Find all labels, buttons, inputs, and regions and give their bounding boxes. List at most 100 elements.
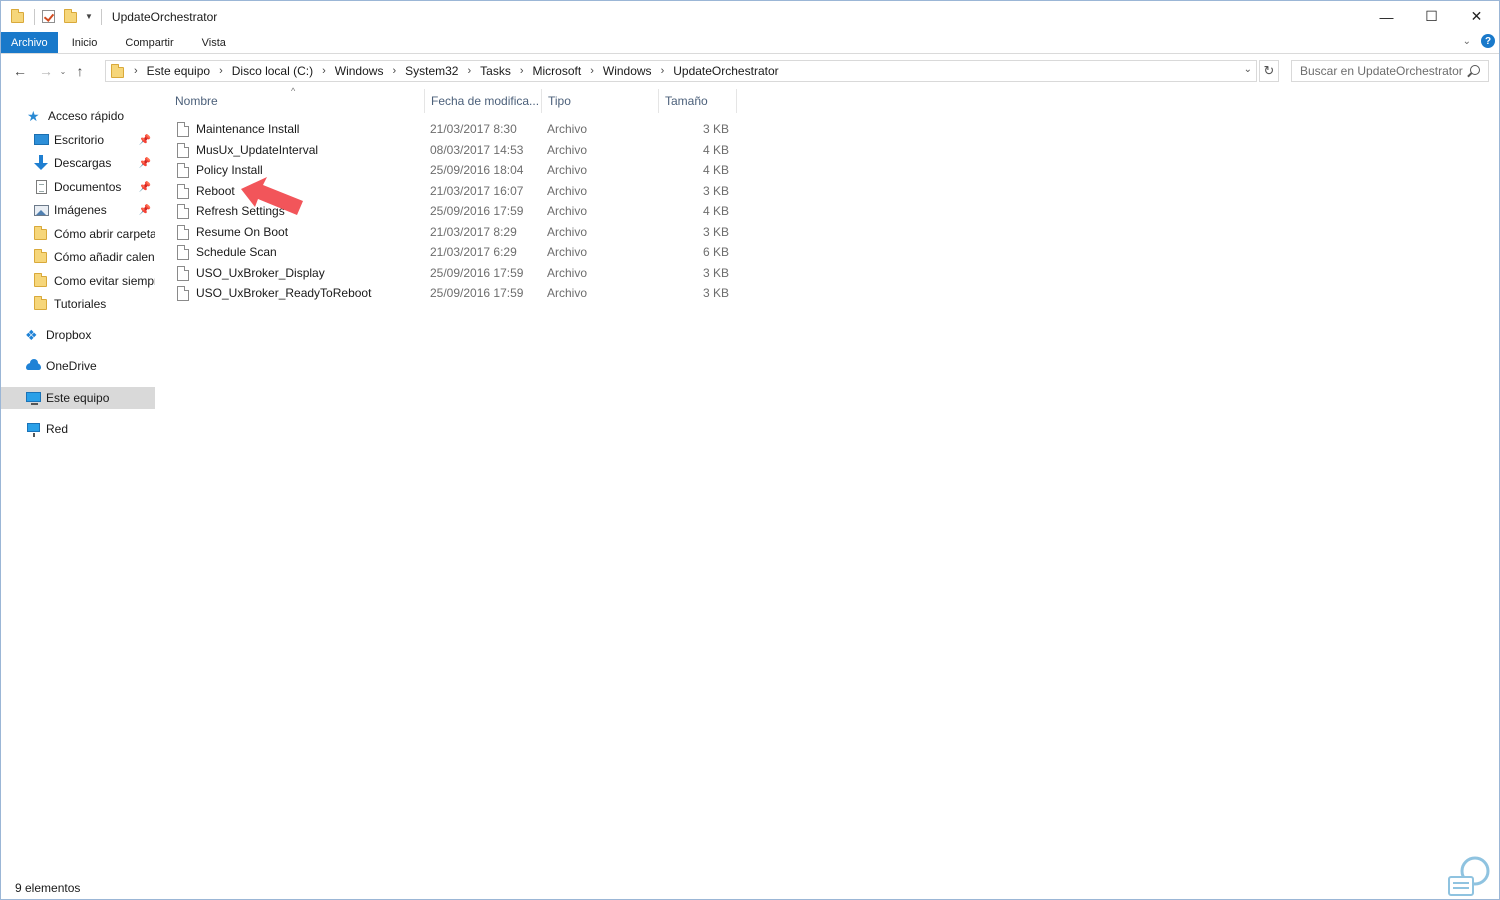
column-header-tipo[interactable]: Tipo: [542, 89, 659, 113]
window-title: UpdateOrchestrator: [111, 9, 218, 24]
sidebar-item-dropbox[interactable]: ❖ Dropbox: [1, 324, 155, 346]
breadcrumb-windows[interactable]: Windows: [335, 64, 384, 78]
pin-icon[interactable]: 📌: [139, 205, 151, 216]
file-name: Policy Install: [196, 163, 263, 177]
file-type: Archivo: [547, 122, 588, 136]
breadcrumb-separator-icon[interactable]: ›: [392, 65, 396, 77]
help-icon[interactable]: ?: [1481, 34, 1495, 48]
refresh-icon[interactable]: ↻: [1259, 60, 1279, 82]
breadcrumb-separator-icon[interactable]: ›: [134, 65, 138, 77]
date-modified: 21/03/2017 6:29: [430, 245, 517, 259]
tab-compartir[interactable]: Compartir: [111, 32, 187, 53]
pin-icon[interactable]: 📌: [139, 182, 151, 193]
breadcrumb-separator-icon[interactable]: ›: [219, 65, 223, 77]
column-header-nombre[interactable]: Nombre ^: [169, 86, 425, 113]
file-type: Archivo: [547, 225, 588, 239]
search-box: [1291, 60, 1489, 82]
sidebar-item-descargas[interactable]: Descargas 📌: [1, 152, 155, 174]
breadcrumb-separator-icon[interactable]: ›: [467, 65, 471, 77]
sidebar-item-folder-2[interactable]: Cómo añadir calenc: [1, 246, 155, 268]
minimize-button[interactable]: —: [1364, 1, 1409, 32]
close-button[interactable]: ✕: [1454, 1, 1499, 32]
navigation-bar: ← → ⌄ ↑ › Este equipo › Disco local (C:)…: [1, 57, 1499, 85]
customize-toolbar-dropdown-icon[interactable]: ▼: [85, 12, 93, 21]
maximize-button[interactable]: ☐: [1409, 1, 1454, 32]
pin-icon[interactable]: 📌: [139, 158, 151, 169]
column-header-tamano[interactable]: Tamaño: [659, 89, 737, 113]
table-row[interactable]: Schedule Scan 21/03/2017 6:29 Archivo 6 …: [175, 242, 735, 262]
breadcrumb-tasks[interactable]: Tasks: [480, 64, 511, 78]
table-row[interactable]: USO_UxBroker_Display 25/09/2016 17:59 Ar…: [175, 263, 735, 283]
folder-icon: [33, 226, 49, 242]
search-input[interactable]: [1300, 64, 1465, 78]
breadcrumb-separator-icon[interactable]: ›: [322, 65, 326, 77]
table-row[interactable]: Maintenance Install 21/03/2017 8:30 Arch…: [175, 119, 735, 139]
file-name-cell: USO_UxBroker_ReadyToReboot: [177, 283, 371, 303]
file-type: Archivo: [547, 245, 588, 259]
breadcrumb-updateorchestrator[interactable]: UpdateOrchestrator: [673, 64, 778, 78]
sidebar-item-este-equipo[interactable]: Este equipo: [1, 387, 155, 409]
file-icon: [177, 142, 189, 158]
file-name: Reboot: [196, 184, 235, 198]
breadcrumb-este-equipo[interactable]: Este equipo: [147, 64, 210, 78]
breadcrumb-separator-icon[interactable]: ›: [590, 65, 594, 77]
sidebar-item-acceso-rapido[interactable]: ★ Acceso rápido: [1, 105, 155, 127]
file-icon: [177, 244, 189, 260]
file-icon: [177, 183, 189, 199]
download-icon: [33, 155, 49, 171]
sidebar-item-escritorio[interactable]: Escritorio 📌: [1, 129, 155, 151]
date-modified: 21/03/2017 16:07: [430, 184, 524, 198]
column-header-fecha[interactable]: Fecha de modifica...: [425, 89, 542, 113]
file-size: 4 KB: [702, 143, 729, 157]
tab-archivo[interactable]: Archivo: [1, 32, 58, 53]
file-name: Resume On Boot: [196, 225, 289, 239]
address-history-dropdown-icon[interactable]: ⌄: [1244, 64, 1252, 75]
recent-locations-dropdown-icon[interactable]: ⌄: [57, 67, 69, 76]
sidebar-item-label: Descargas: [54, 156, 112, 170]
address-bar[interactable]: › Este equipo › Disco local (C:) › Windo…: [105, 60, 1257, 82]
status-item-count: 9 elementos: [15, 881, 81, 895]
date-modified: 25/09/2016 17:59: [430, 286, 524, 300]
breadcrumb-windows-sub[interactable]: Windows: [603, 64, 652, 78]
sidebar-item-folder-1[interactable]: Cómo abrir carpeta: [1, 223, 155, 245]
expand-ribbon-chevron-icon[interactable]: ⌄: [1463, 36, 1471, 47]
sidebar-item-documentos[interactable]: Documentos 📌: [1, 176, 155, 198]
breadcrumb-system32[interactable]: System32: [405, 64, 458, 78]
breadcrumb-separator-icon[interactable]: ›: [661, 65, 665, 77]
title-bar: ▼ UpdateOrchestrator — ☐ ✕: [1, 1, 1499, 32]
folder-icon: [110, 64, 126, 78]
sidebar-item-folder-3[interactable]: Como evitar siempr: [1, 270, 155, 292]
sidebar-item-imagenes[interactable]: Imágenes 📌: [1, 199, 155, 221]
date-modified: 21/03/2017 8:30: [430, 122, 517, 136]
file-type: Archivo: [547, 184, 588, 198]
tab-vista[interactable]: Vista: [188, 32, 240, 53]
sidebar-item-onedrive[interactable]: OneDrive: [1, 355, 155, 377]
file-size: 3 KB: [702, 184, 729, 198]
search-icon[interactable]: [1470, 65, 1480, 75]
back-arrow-icon[interactable]: ←: [9, 60, 31, 82]
sidebar-item-red[interactable]: Red: [1, 418, 155, 440]
properties-check-icon[interactable]: [41, 9, 57, 25]
forward-arrow-icon[interactable]: →: [35, 60, 57, 82]
file-icon: [177, 285, 189, 301]
window-controls: — ☐ ✕: [1364, 1, 1499, 32]
dropbox-icon: ❖: [25, 327, 38, 343]
table-row[interactable]: Resume On Boot 21/03/2017 8:29 Archivo 3…: [175, 222, 735, 242]
breadcrumb-microsoft[interactable]: Microsoft: [533, 64, 582, 78]
sidebar-item-label: Red: [46, 422, 69, 436]
breadcrumb-disco-local[interactable]: Disco local (C:): [232, 64, 313, 78]
table-row[interactable]: USO_UxBroker_ReadyToReboot 25/09/2016 17…: [175, 283, 735, 303]
tab-inicio[interactable]: Inicio: [58, 32, 112, 53]
new-folder-icon[interactable]: [63, 8, 79, 25]
table-row[interactable]: MusUx_UpdateInterval 08/03/2017 14:53 Ar…: [175, 140, 735, 160]
this-pc-icon: [25, 390, 41, 406]
column-label: Fecha de modifica...: [431, 94, 540, 108]
up-arrow-icon[interactable]: ↑: [69, 60, 91, 82]
date-modified: 25/09/2016 17:59: [430, 204, 524, 218]
folder-icon: [10, 8, 26, 25]
breadcrumb-separator-icon[interactable]: ›: [520, 65, 524, 77]
file-name: USO_UxBroker_Display: [196, 266, 325, 280]
pin-icon[interactable]: 📌: [139, 135, 151, 146]
file-type: Archivo: [547, 266, 588, 280]
sidebar-item-tutoriales[interactable]: Tutoriales: [1, 293, 155, 315]
